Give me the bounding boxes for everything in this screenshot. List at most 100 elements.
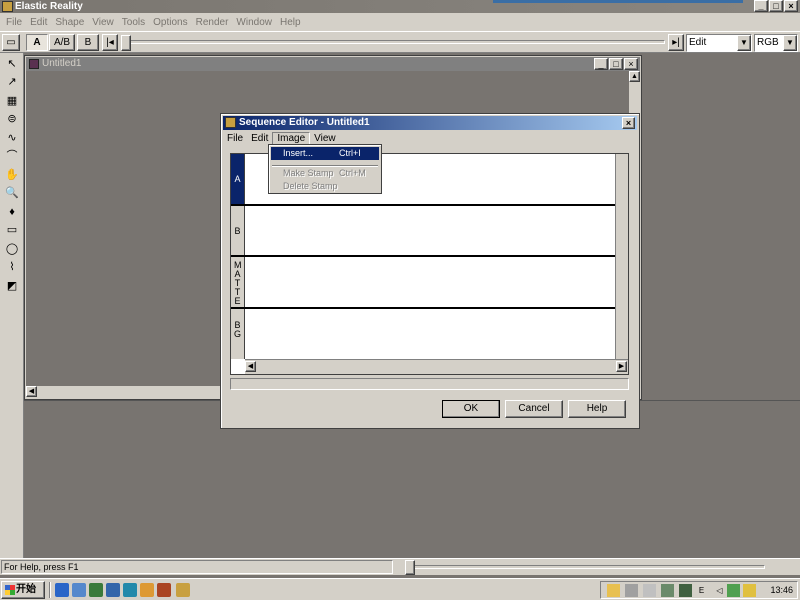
help-button[interactable]: Help: [568, 400, 626, 418]
minimize-button[interactable]: _: [754, 0, 768, 12]
monitor-icon[interactable]: [679, 584, 692, 597]
track-label-bg[interactable]: BG: [231, 309, 245, 359]
document-icon: [29, 59, 39, 69]
bezier-pen-icon[interactable]: ↗: [4, 74, 20, 90]
seq-menu-view[interactable]: View: [310, 133, 340, 144]
taskbar-divider: [49, 582, 51, 598]
scroll-left-icon[interactable]: ◀: [245, 361, 256, 372]
restore-button[interactable]: □: [769, 0, 783, 12]
ime-indicator[interactable]: E: [695, 584, 708, 597]
go-to-end-icon[interactable]: ▸|: [668, 34, 684, 51]
media-icon[interactable]: [140, 583, 154, 597]
app-logo-icon: [2, 1, 13, 12]
info-icon[interactable]: [106, 583, 120, 597]
shield-icon[interactable]: [727, 584, 740, 597]
frame-slider-thumb[interactable]: [121, 35, 131, 51]
windows-flag-icon: [5, 585, 15, 595]
app-icon[interactable]: [123, 583, 137, 597]
scroll-left-icon[interactable]: ◀: [26, 386, 37, 397]
spline-icon[interactable]: ⌒: [4, 148, 20, 164]
track-label-a[interactable]: A: [231, 154, 245, 205]
menu-tools[interactable]: Tools: [118, 17, 149, 28]
start-label: 开始: [16, 584, 36, 595]
status-slider-thumb[interactable]: [405, 560, 415, 575]
seq-menu-file[interactable]: File: [223, 133, 247, 144]
ok-button[interactable]: OK: [442, 400, 500, 418]
seq-menu-image[interactable]: Image: [272, 131, 311, 145]
select-arrow-icon[interactable]: ↖: [4, 56, 20, 72]
color-select[interactable]: RGB ▼: [754, 34, 798, 52]
zoom-icon[interactable]: 🔍: [4, 185, 20, 201]
display-icon[interactable]: [661, 584, 674, 597]
dialog-close-button[interactable]: ×: [622, 117, 635, 129]
menubar: File Edit Shape View Tools Options Rende…: [0, 13, 800, 31]
chevron-down-icon[interactable]: ▼: [783, 35, 797, 51]
track-horizontal-scrollbar[interactable]: ◀ ▶: [245, 359, 628, 374]
menu-item-insert[interactable]: Insert... Ctrl+I: [271, 147, 379, 160]
hand-icon[interactable]: ✋: [4, 167, 20, 183]
document-title: Untitled1: [42, 58, 82, 69]
color-select-value: RGB: [757, 37, 779, 48]
scroll-up-icon[interactable]: ▲: [629, 71, 640, 82]
doc-minimize-button[interactable]: _: [594, 58, 608, 70]
status-slider[interactable]: [405, 565, 765, 569]
tool-icon[interactable]: [157, 583, 171, 597]
scroll-right-icon[interactable]: ▶: [616, 361, 627, 372]
stamp-icon[interactable]: ⌇: [4, 259, 20, 275]
drive-icon[interactable]: [625, 584, 638, 597]
speaker-icon[interactable]: ◁: [713, 584, 726, 597]
sequence-progress-bar: [230, 378, 629, 390]
ie-icon[interactable]: [55, 583, 69, 597]
menu-item-delete-stamp-label: Delete Stamp: [283, 181, 338, 191]
elastic-reality-taskbar-icon[interactable]: [176, 583, 190, 597]
app-title: Elastic Reality: [15, 1, 83, 12]
menu-file[interactable]: File: [2, 17, 26, 28]
cancel-button[interactable]: Cancel: [505, 400, 563, 418]
rectangle-icon[interactable]: ▭: [4, 222, 20, 238]
menu-edit[interactable]: Edit: [26, 17, 51, 28]
track-label-b[interactable]: B: [231, 206, 245, 256]
background-window-strip: [493, 0, 743, 3]
go-to-start-icon[interactable]: |◂: [102, 34, 118, 51]
seq-menu-edit[interactable]: Edit: [247, 133, 272, 144]
menu-item-make-stamp-accel: Ctrl+M: [339, 168, 366, 178]
dropper-icon[interactable]: ♦: [4, 204, 20, 220]
security-icon[interactable]: [743, 584, 756, 597]
track-label-matte[interactable]: MATTE: [231, 257, 245, 307]
frame-slider[interactable]: [130, 40, 665, 44]
start-button[interactable]: 开始: [1, 581, 45, 599]
desktop-icon[interactable]: [89, 583, 103, 597]
menu-render[interactable]: Render: [192, 17, 233, 28]
paint-icon[interactable]: ◩: [4, 278, 20, 294]
view-a-button[interactable]: A: [26, 34, 48, 51]
menu-options[interactable]: Options: [149, 17, 191, 28]
chevron-down-icon[interactable]: ▼: [737, 35, 751, 51]
track-separator: [231, 307, 616, 309]
menu-item-make-stamp-label: Make Stamp: [283, 168, 334, 178]
app-logo-icon: [225, 117, 236, 128]
menu-shape[interactable]: Shape: [51, 17, 88, 28]
track-separator: [231, 204, 616, 206]
menu-item-delete-stamp[interactable]: Delete Stamp: [271, 180, 379, 193]
grid-icon[interactable]: ▦: [4, 93, 20, 109]
doc-maximize-button[interactable]: □: [609, 58, 623, 70]
menu-window[interactable]: Window: [232, 17, 276, 28]
view-b-button[interactable]: B: [77, 34, 99, 51]
view-ab-button[interactable]: A/B: [49, 34, 75, 51]
menu-item-insert-label: Insert...: [283, 148, 314, 158]
curve-icon[interactable]: ∿: [4, 130, 20, 146]
cylinder-icon[interactable]: ⊜: [4, 111, 20, 127]
track-vertical-scrollbar[interactable]: [615, 154, 628, 359]
ellipse-icon[interactable]: ◯: [4, 241, 20, 257]
doc-close-button[interactable]: ×: [624, 58, 638, 70]
outlook-icon[interactable]: [72, 583, 86, 597]
folder-icon[interactable]: [607, 584, 620, 597]
mode-select[interactable]: Edit ▼: [686, 34, 752, 52]
close-button[interactable]: ×: [784, 0, 798, 12]
palette-toggle-icon[interactable]: ▭: [2, 34, 20, 51]
menu-item-make-stamp[interactable]: Make Stamp Ctrl+M: [271, 167, 379, 180]
menu-view[interactable]: View: [88, 17, 118, 28]
network-icon[interactable]: [643, 584, 656, 597]
menu-help[interactable]: Help: [276, 17, 305, 28]
track-separator: [231, 255, 616, 257]
